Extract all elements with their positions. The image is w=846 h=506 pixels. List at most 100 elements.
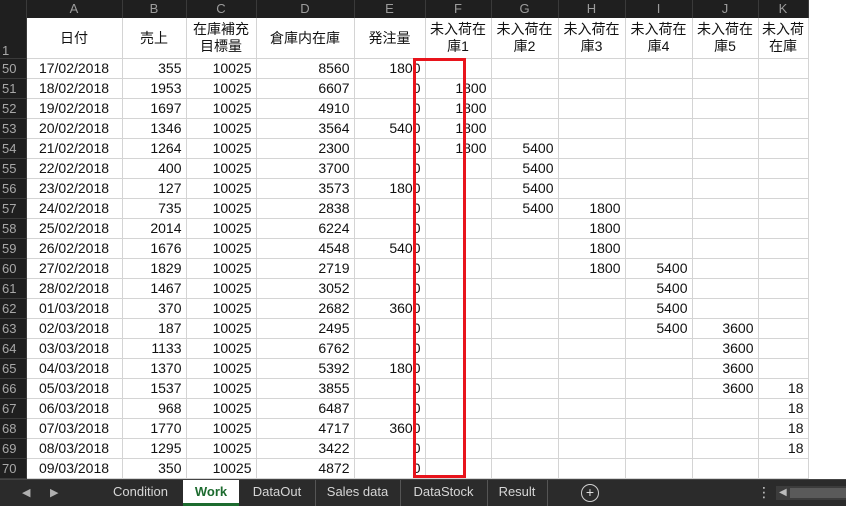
row-number[interactable]: 57 <box>0 198 27 219</box>
data-cell[interactable]: 4910 <box>256 98 355 119</box>
data-cell[interactable] <box>491 318 559 339</box>
data-cell[interactable] <box>425 58 492 79</box>
data-cell[interactable]: 1800 <box>425 118 492 139</box>
data-cell[interactable]: 3600 <box>692 338 759 359</box>
data-cell[interactable] <box>491 258 559 279</box>
data-cell[interactable] <box>491 58 559 79</box>
data-cell[interactable] <box>558 158 626 179</box>
order-qty-cell[interactable]: 3600 <box>354 298 426 319</box>
order-qty-cell[interactable]: 0 <box>354 258 426 279</box>
row-number[interactable]: 60 <box>0 258 27 279</box>
data-cell[interactable] <box>692 298 759 319</box>
data-cell[interactable] <box>491 118 559 139</box>
column-header-h[interactable]: H <box>558 0 626 18</box>
order-qty-cell[interactable]: 1800 <box>354 58 426 79</box>
data-cell[interactable]: 08/03/2018 <box>26 438 123 459</box>
data-cell[interactable] <box>625 398 693 419</box>
data-cell[interactable]: 10025 <box>186 398 257 419</box>
column-header-d[interactable]: D <box>256 0 355 18</box>
data-cell[interactable]: 187 <box>122 318 187 339</box>
order-qty-cell[interactable]: 5400 <box>354 238 426 259</box>
data-cell[interactable] <box>558 418 626 439</box>
data-cell[interactable]: 3700 <box>256 158 355 179</box>
data-cell[interactable]: 18 <box>758 418 809 439</box>
data-cell[interactable] <box>758 338 809 359</box>
data-cell[interactable] <box>692 98 759 119</box>
data-cell[interactable]: 1295 <box>122 438 187 459</box>
data-cell[interactable] <box>692 258 759 279</box>
spreadsheet-grid[interactable]: ABCDEFGHIJK 1 日付 売上 在庫補充目標量 倉庫内在庫 発注量 未入荷在庫1 未入… <box>0 0 846 479</box>
row-number[interactable]: 66 <box>0 378 27 399</box>
data-cell[interactable]: 4872 <box>256 458 355 479</box>
data-cell[interactable] <box>758 98 809 119</box>
order-qty-cell[interactable]: 0 <box>354 438 426 459</box>
data-cell[interactable]: 6607 <box>256 78 355 99</box>
data-cell[interactable] <box>692 398 759 419</box>
column-header-f[interactable]: F <box>425 0 492 18</box>
data-cell[interactable]: 2300 <box>256 138 355 159</box>
data-cell[interactable]: 04/03/2018 <box>26 358 123 379</box>
data-cell[interactable]: 2719 <box>256 258 355 279</box>
column-header-b[interactable]: B <box>122 0 187 18</box>
data-cell[interactable] <box>758 278 809 299</box>
row-number[interactable]: 54 <box>0 138 27 159</box>
data-cell[interactable]: 3422 <box>256 438 355 459</box>
data-cell[interactable] <box>758 258 809 279</box>
header-cell[interactable]: 未入荷在庫4 <box>625 18 693 59</box>
data-cell[interactable]: 10025 <box>186 418 257 439</box>
data-cell[interactable] <box>758 458 809 479</box>
data-cell[interactable] <box>758 218 809 239</box>
data-cell[interactable]: 25/02/2018 <box>26 218 123 239</box>
data-cell[interactable]: 17/02/2018 <box>26 58 123 79</box>
order-qty-cell[interactable]: 0 <box>354 378 426 399</box>
header-cell[interactable]: 売上 <box>122 18 187 59</box>
tab-condition[interactable]: Condition <box>98 480 184 506</box>
data-cell[interactable] <box>491 338 559 359</box>
row-number[interactable]: 63 <box>0 318 27 339</box>
data-cell[interactable] <box>758 138 809 159</box>
data-cell[interactable]: 10025 <box>186 158 257 179</box>
order-qty-cell[interactable]: 5400 <box>354 118 426 139</box>
data-cell[interactable]: 10025 <box>186 378 257 399</box>
data-cell[interactable] <box>491 418 559 439</box>
data-cell[interactable]: 1953 <box>122 78 187 99</box>
row-number[interactable]: 1 <box>0 18 27 59</box>
column-header-j[interactable]: J <box>692 0 759 18</box>
data-cell[interactable]: 1537 <box>122 378 187 399</box>
data-cell[interactable] <box>692 458 759 479</box>
data-cell[interactable]: 26/02/2018 <box>26 238 123 259</box>
data-cell[interactable]: 1467 <box>122 278 187 299</box>
data-cell[interactable] <box>558 378 626 399</box>
header-cell[interactable]: 倉庫内在庫 <box>256 18 355 59</box>
data-cell[interactable] <box>558 118 626 139</box>
row-number[interactable]: 65 <box>0 358 27 379</box>
header-cell[interactable]: 日付 <box>26 18 123 59</box>
data-cell[interactable] <box>625 378 693 399</box>
order-qty-cell[interactable]: 0 <box>354 78 426 99</box>
data-cell[interactable] <box>491 298 559 319</box>
data-cell[interactable]: 01/03/2018 <box>26 298 123 319</box>
header-cell[interactable]: 未入荷在庫5 <box>692 18 759 59</box>
header-cell[interactable]: 未入荷在庫2 <box>491 18 559 59</box>
header-cell[interactable]: 発注量 <box>354 18 426 59</box>
data-cell[interactable]: 2838 <box>256 198 355 219</box>
data-cell[interactable] <box>425 178 492 199</box>
data-cell[interactable] <box>625 238 693 259</box>
data-cell[interactable]: 10025 <box>186 238 257 259</box>
data-cell[interactable]: 355 <box>122 58 187 79</box>
order-qty-cell[interactable]: 0 <box>354 198 426 219</box>
data-cell[interactable] <box>491 238 559 259</box>
data-cell[interactable]: 3052 <box>256 278 355 299</box>
data-cell[interactable]: 735 <box>122 198 187 219</box>
select-all-corner[interactable] <box>0 0 27 18</box>
data-cell[interactable]: 21/02/2018 <box>26 138 123 159</box>
column-header-c[interactable]: C <box>186 0 257 18</box>
row-number[interactable]: 50 <box>0 58 27 79</box>
data-cell[interactable]: 10025 <box>186 338 257 359</box>
data-cell[interactable] <box>758 298 809 319</box>
data-cell[interactable] <box>425 318 492 339</box>
row-number[interactable]: 53 <box>0 118 27 139</box>
data-cell[interactable]: 10025 <box>186 218 257 239</box>
order-qty-cell[interactable]: 0 <box>354 218 426 239</box>
data-cell[interactable]: 10025 <box>186 438 257 459</box>
